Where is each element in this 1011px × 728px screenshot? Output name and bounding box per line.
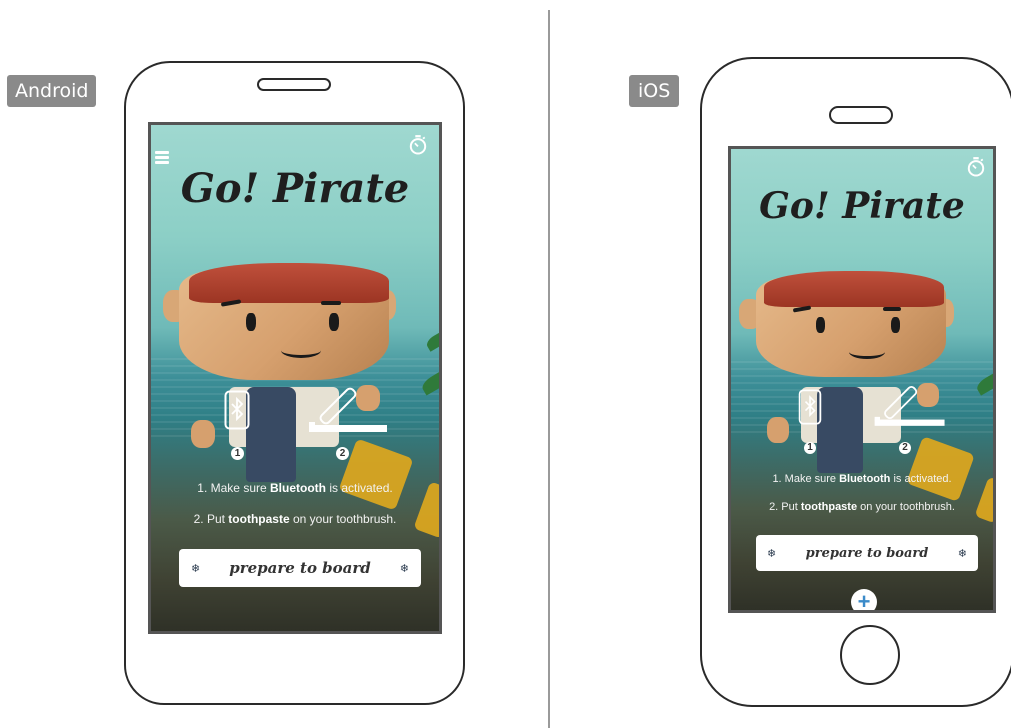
gear-icon: ❄ [767, 547, 777, 560]
plus-icon[interactable]: + [851, 589, 877, 610]
step-2-text: 2. Put toothpaste on your toothbrush. [769, 501, 955, 513]
app-title: Go! Pirate [759, 185, 965, 227]
step-1-number: 1 [804, 442, 816, 454]
center-divider [548, 10, 550, 728]
step-1-text: 1. Make sure Bluetooth is activated. [197, 481, 393, 495]
bluetooth-phone-icon [224, 390, 250, 430]
home-button[interactable] [840, 625, 900, 685]
android-speaker [257, 78, 331, 91]
prepare-to-board-button[interactable]: ❄ prepare to board ❄ [756, 535, 978, 571]
ios-speaker [829, 106, 893, 124]
ios-screen: Go! Pirate 1 2 1. Make sure Bluetooth is… [728, 146, 996, 613]
gear-icon: ❄ [399, 562, 409, 575]
toothbrush-icon [874, 385, 945, 426]
step-1-text: 1. Make sure Bluetooth is activated. [772, 473, 952, 485]
prepare-to-board-button[interactable]: ❄ prepare to board ❄ [179, 549, 421, 587]
android-label: Android [7, 75, 97, 107]
menu-icon[interactable] [155, 151, 169, 164]
step-2-number: 2 [336, 447, 349, 460]
stopwatch-icon[interactable] [967, 157, 985, 177]
prepare-to-board-label: prepare to board [229, 559, 371, 577]
bluetooth-phone-icon [798, 389, 822, 425]
prepare-to-board-label: prepare to board [805, 545, 929, 561]
gear-icon: ❄ [957, 547, 967, 560]
ios-label: iOS [629, 75, 680, 107]
step-2-number: 2 [899, 442, 911, 454]
stopwatch-icon[interactable] [409, 135, 427, 155]
step-2-text: 2. Put toothpaste on your toothbrush. [193, 512, 397, 526]
toothbrush-icon [309, 387, 387, 432]
android-screen: Go! Pirate 1 2 1. Make sure Bluetooth is… [148, 122, 442, 634]
app-title: Go! Pirate [180, 165, 410, 212]
step-1-number: 1 [231, 447, 244, 460]
gear-icon: ❄ [191, 562, 201, 575]
